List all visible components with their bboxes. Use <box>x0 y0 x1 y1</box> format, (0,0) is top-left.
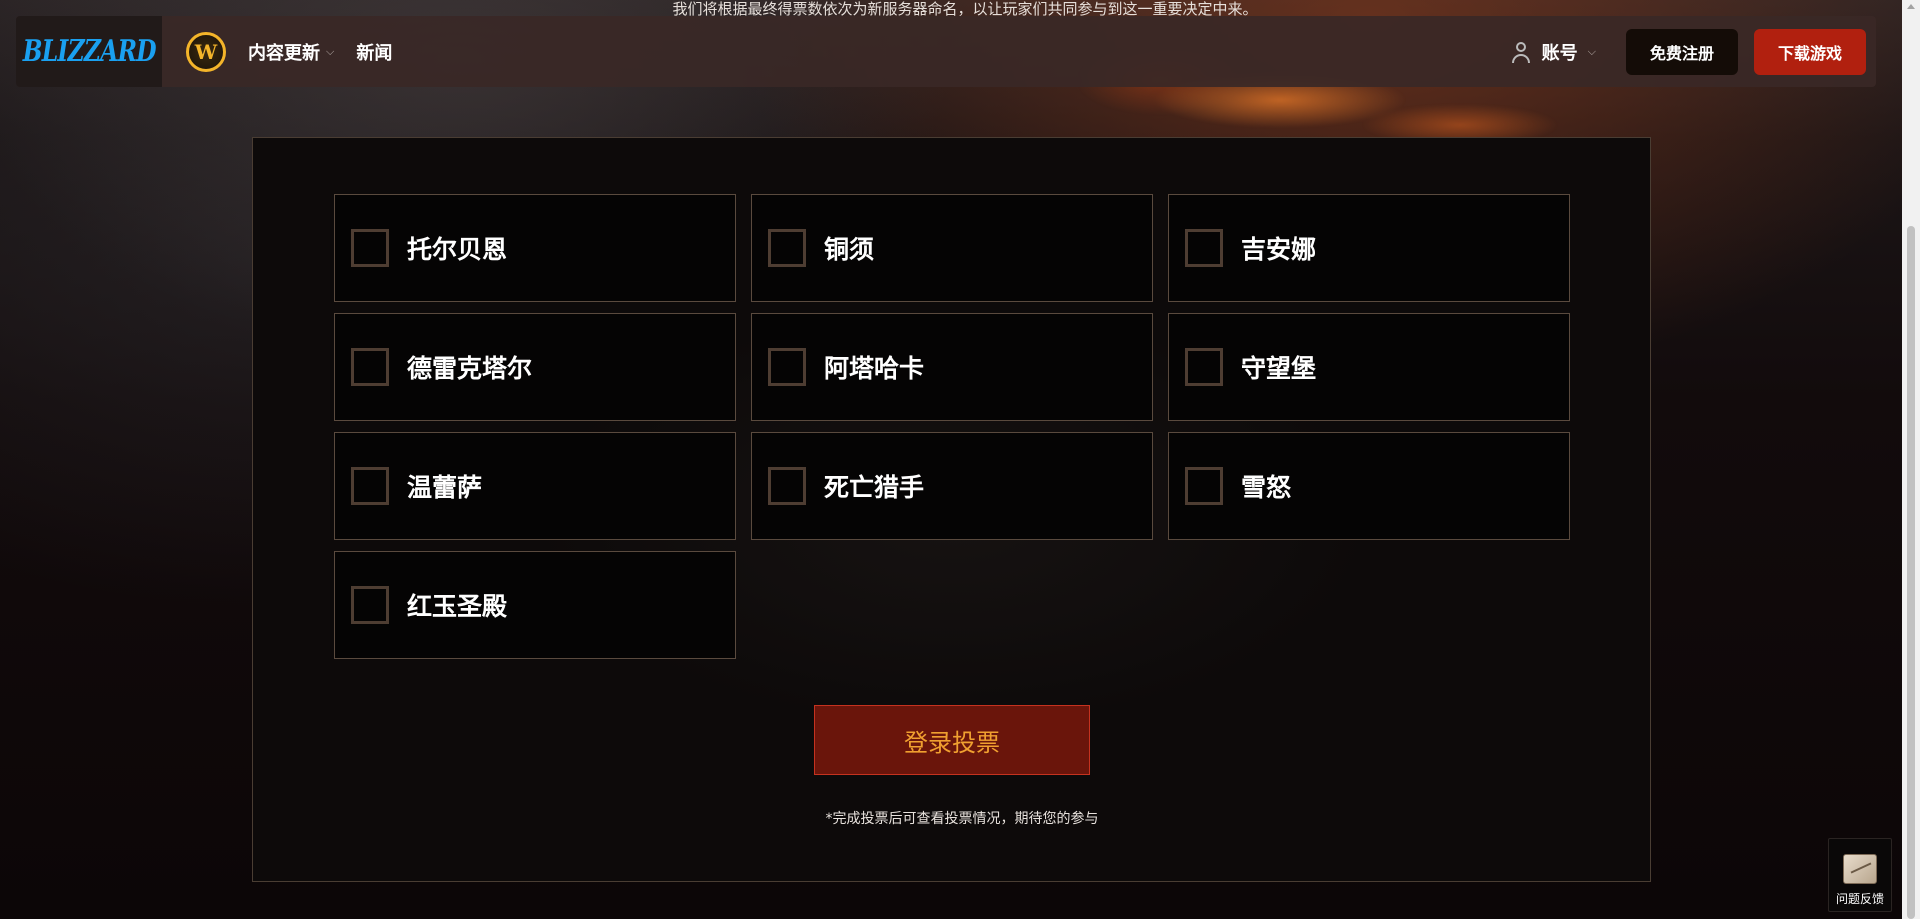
feedback-icon <box>1843 854 1877 884</box>
vote-checkbox[interactable] <box>1185 229 1223 267</box>
vote-option-label: 铜须 <box>824 235 875 264</box>
vote-checkbox[interactable] <box>351 467 389 505</box>
vote-option[interactable]: 温蕾萨 <box>334 432 736 540</box>
scroll-up-arrow-icon[interactable] <box>1907 4 1915 9</box>
blizzard-logo: BLIZZARD <box>22 34 157 69</box>
wow-logo-letter: W <box>194 39 218 64</box>
nav-item-label: 内容更新 <box>248 42 320 64</box>
page: 我们将根据最终得票数依次为新服务器命名，以让玩家们共同参与到这一重要决定中来。 … <box>0 0 1920 919</box>
top-nav: BLIZZARD W 内容更新 ⌵ 新闻 账号 ⌵ 免费注册 下载游戏 <box>16 16 1876 87</box>
vote-option[interactable]: 红玉圣殿 <box>334 551 736 659</box>
vote-option-label: 温蕾萨 <box>407 473 483 502</box>
nav-item-news[interactable]: 新闻 <box>356 39 392 65</box>
vote-option-label: 守望堡 <box>1241 354 1317 383</box>
vote-option-label: 吉安娜 <box>1241 235 1317 264</box>
feedback-widget[interactable]: 问题反馈 <box>1828 838 1892 912</box>
vote-option-label: 托尔贝恩 <box>407 235 508 264</box>
download-game-button[interactable]: 下载游戏 <box>1754 28 1866 75</box>
vote-option[interactable]: 铜须 <box>751 194 1153 302</box>
account-label: 账号 <box>1541 42 1578 64</box>
vote-checkbox[interactable] <box>351 229 389 267</box>
vote-option[interactable]: 雪怒 <box>1168 432 1570 540</box>
vote-option[interactable]: 吉安娜 <box>1168 194 1570 302</box>
vote-option-label: 红玉圣殿 <box>407 592 508 621</box>
vote-option-label: 雪怒 <box>1241 473 1292 502</box>
nav-right-group: 账号 ⌵ 免费注册 下载游戏 <box>1510 28 1876 75</box>
wow-logo-icon[interactable]: W <box>186 31 226 72</box>
vote-option[interactable]: 托尔贝恩 <box>334 194 736 302</box>
vote-option[interactable]: 死亡猎手 <box>751 432 1153 540</box>
vote-note: *完成投票后可查看投票情况，期待您的参与 <box>825 811 1099 827</box>
free-signup-button[interactable]: 免费注册 <box>1626 28 1738 75</box>
login-vote-button[interactable]: 登录投票 <box>814 705 1090 775</box>
scrollbar[interactable] <box>1902 0 1920 919</box>
nav-item-content-updates[interactable]: 内容更新 ⌵ <box>248 39 334 65</box>
vote-option-label: 死亡猎手 <box>824 473 925 502</box>
vote-option-label: 阿塔哈卡 <box>824 354 925 383</box>
vote-checkbox[interactable] <box>768 229 806 267</box>
user-icon <box>1510 41 1532 63</box>
vote-option-label: 德雷克塔尔 <box>407 354 533 383</box>
nav-item-label: 新闻 <box>356 42 393 64</box>
vote-checkbox[interactable] <box>351 586 389 624</box>
vote-checkbox[interactable] <box>768 467 806 505</box>
account-menu[interactable]: 账号 ⌵ <box>1510 39 1596 65</box>
vote-option[interactable]: 阿塔哈卡 <box>751 313 1153 421</box>
vote-checkbox[interactable] <box>1185 467 1223 505</box>
feedback-label: 问题反馈 <box>1835 892 1884 906</box>
vote-checkbox[interactable] <box>351 348 389 386</box>
vote-option[interactable]: 德雷克塔尔 <box>334 313 736 421</box>
blizzard-logo-link[interactable]: BLIZZARD <box>16 16 162 87</box>
vote-option[interactable]: 守望堡 <box>1168 313 1570 421</box>
vote-checkbox[interactable] <box>768 348 806 386</box>
scrollbar-thumb[interactable] <box>1907 226 1915 919</box>
chevron-down-icon: ⌵ <box>1587 44 1596 58</box>
vote-checkbox[interactable] <box>1185 348 1223 386</box>
chevron-down-icon: ⌵ <box>326 44 335 58</box>
